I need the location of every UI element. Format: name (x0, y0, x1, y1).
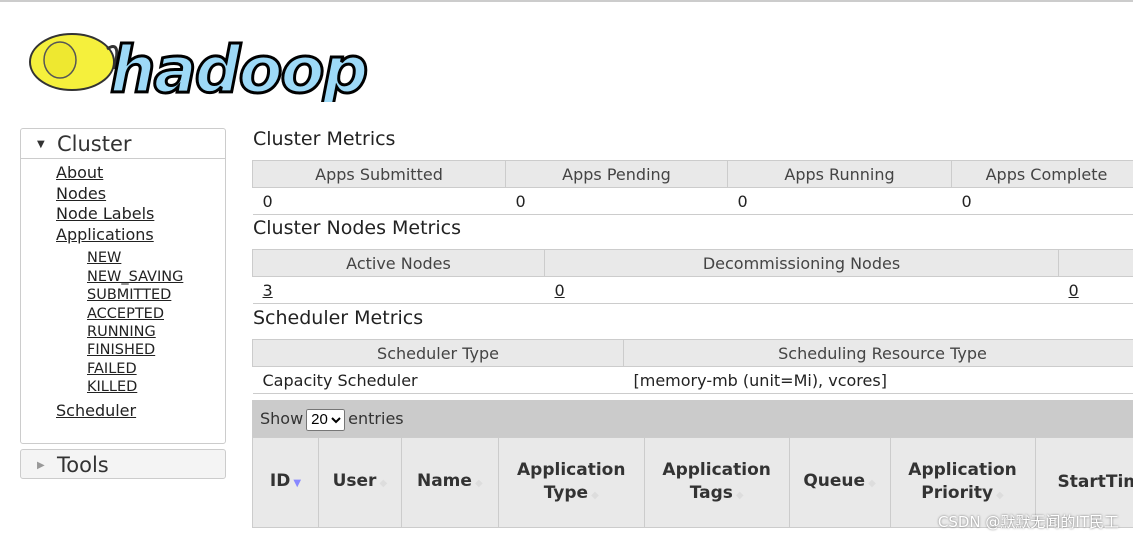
nodes-link[interactable]: 0 (1069, 281, 1079, 300)
col-header: Apps Running (727, 160, 952, 188)
sort-icon: ◆ (996, 489, 1004, 501)
triangle-down-icon: ▼ (37, 139, 45, 150)
link-about[interactable]: About (21, 163, 225, 184)
table-length-bar: Show 20 entries (252, 400, 1133, 437)
col-header: Active Nodes (252, 249, 545, 277)
link-nodes[interactable]: Nodes (21, 184, 225, 205)
link-node-labels[interactable]: Node Labels (21, 204, 225, 225)
node-metrics-table: Active Nodes Decommissioning Nodes 3 0 0 (252, 249, 1133, 304)
col-application-type[interactable]: Application Type ◆ (497, 437, 645, 528)
cluster-metrics-table: Apps Submitted Apps Pending Apps Running Ap… (252, 160, 1133, 215)
link-state-failed[interactable]: FAILED (21, 360, 225, 378)
sidebar: ▼ Cluster About Nodes Node Labels Applica… (20, 128, 226, 444)
scheduler-metrics-table: Scheduler Type Scheduling Resource Type C… (252, 339, 1133, 394)
cluster-label: Cluster (57, 132, 132, 156)
cell: [memory-mb (unit=Mi), vcores] (623, 366, 1133, 394)
link-state-new[interactable]: NEW (21, 249, 225, 267)
link-state-finished[interactable]: FINISHED (21, 341, 225, 359)
cell: 0 (727, 187, 952, 215)
link-state-new-saving[interactable]: NEW_SAVING (21, 268, 225, 286)
hadoop-logo: hadoop (22, 24, 382, 110)
watermark: CSDN @默默无闻的IT民工 (937, 513, 1119, 531)
col-user[interactable]: User ◆ (317, 437, 402, 528)
link-applications[interactable]: Applications (21, 225, 225, 246)
cluster-metrics-title: Cluster Metrics (253, 128, 396, 150)
sort-desc-icon: ▼ (293, 478, 302, 489)
link-state-killed[interactable]: KILLED (21, 378, 225, 396)
active-nodes-link[interactable]: 3 (263, 281, 273, 300)
node-metrics-title: Cluster Nodes Metrics (253, 217, 461, 239)
col-name[interactable]: Name ◆ (400, 437, 499, 528)
sort-icon: ◆ (868, 478, 876, 489)
col-header: Decommissioning Nodes (544, 249, 1059, 277)
link-scheduler[interactable]: Scheduler (21, 401, 225, 422)
tools-label: Tools (57, 453, 109, 477)
col-header (1058, 249, 1133, 277)
col-header: Apps Pending (505, 160, 728, 188)
link-state-running[interactable]: RUNNING (21, 323, 225, 341)
sort-icon: ◆ (379, 478, 388, 489)
col-header: Apps Complete (951, 160, 1133, 188)
triangle-right-icon: ▶ (37, 460, 45, 471)
svg-text:hadoop: hadoop (110, 34, 367, 102)
sort-icon: ◆ (735, 489, 744, 501)
show-label: Show (260, 409, 304, 428)
tools-section-header[interactable]: ▶ Tools (20, 449, 226, 479)
entries-label: entries (348, 409, 404, 428)
scheduler-metrics-title: Scheduler Metrics (253, 307, 424, 329)
col-header: Scheduler Type (252, 339, 624, 367)
decommissioning-nodes-link[interactable]: 0 (555, 281, 565, 300)
cell: 0 (505, 187, 728, 215)
cell: Capacity Scheduler (252, 366, 624, 394)
col-header: Scheduling Resource Type (623, 339, 1133, 367)
link-state-submitted[interactable]: SUBMITTED (21, 286, 225, 304)
col-application-tags[interactable]: Application Tags ◆ (643, 437, 790, 528)
cluster-section-header[interactable]: ▼ Cluster (21, 129, 225, 159)
cell: 0 (252, 187, 506, 215)
col-queue[interactable]: Queue ◆ (788, 437, 891, 528)
page-size-select[interactable]: 20 (306, 408, 346, 431)
col-id[interactable]: ID ▼ (252, 437, 319, 528)
sort-icon: ◆ (474, 478, 483, 489)
sort-icon: ◆ (591, 489, 599, 501)
col-header: Apps Submitted (252, 160, 506, 188)
cell: 0 (951, 187, 1133, 215)
link-state-accepted[interactable]: ACCEPTED (21, 305, 225, 323)
